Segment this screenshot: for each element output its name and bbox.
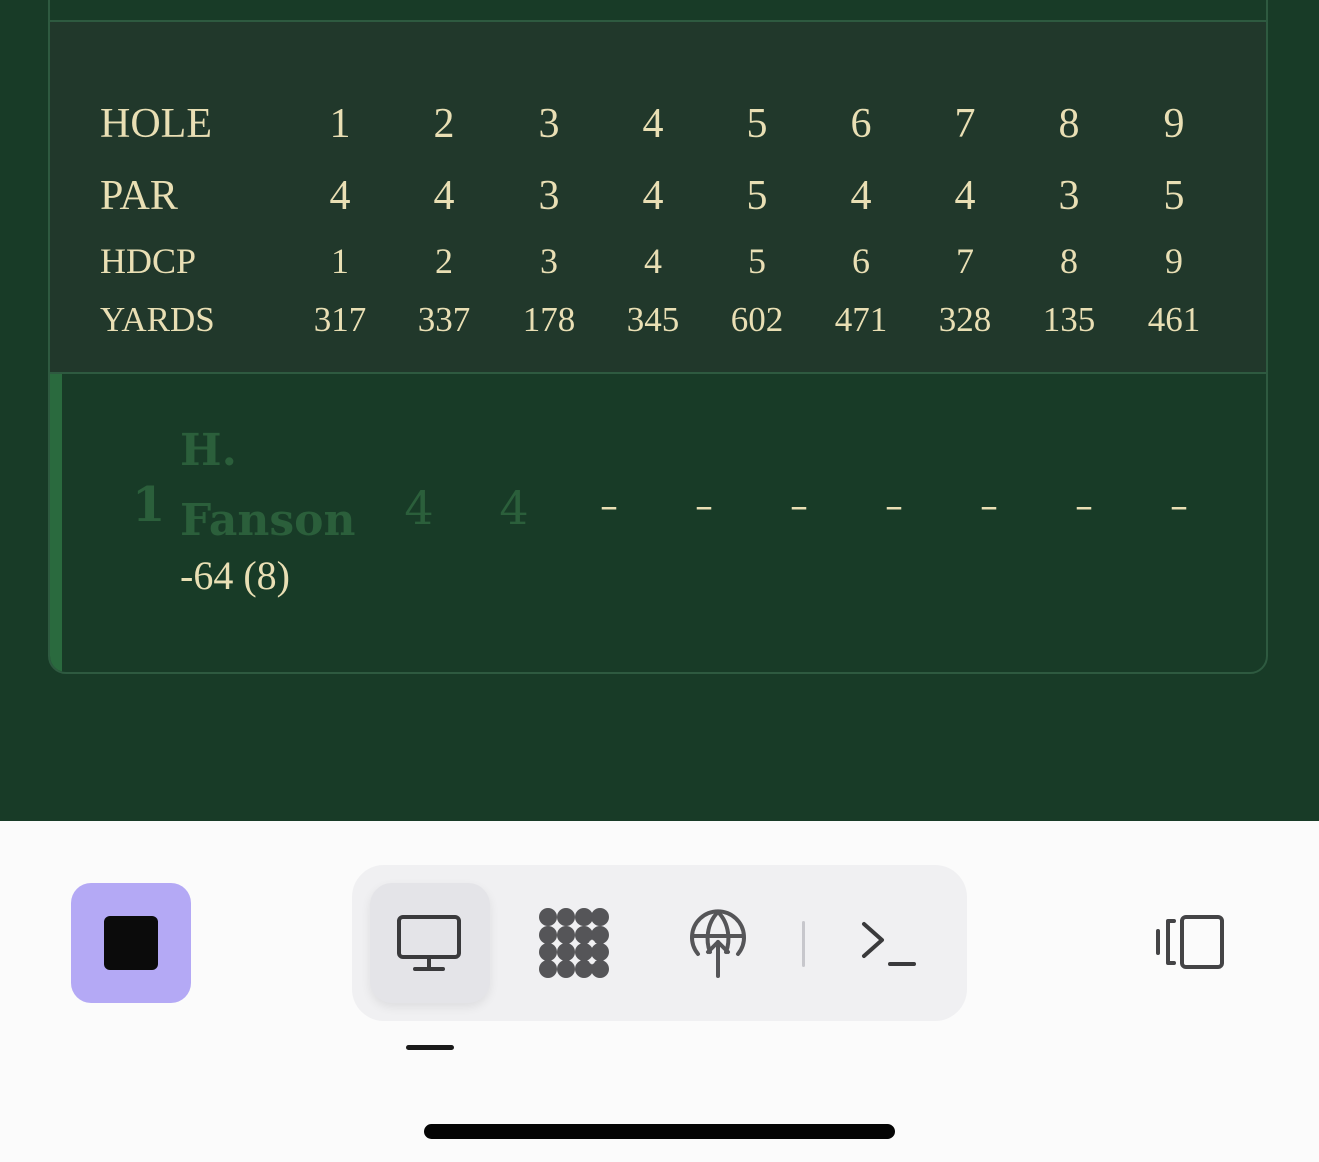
yards-value: 461 bbox=[1147, 300, 1201, 339]
globe-upload-icon bbox=[690, 909, 746, 978]
player-total: -64 (8) bbox=[180, 553, 290, 598]
divider bbox=[802, 921, 805, 967]
hdcp-value: 4 bbox=[644, 241, 662, 281]
hole-number: 3 bbox=[538, 101, 560, 147]
yards-value: 345 bbox=[626, 300, 680, 339]
hdcp-value: 5 bbox=[748, 241, 766, 281]
par-value: 5 bbox=[1163, 173, 1185, 219]
yards-value: 135 bbox=[1042, 300, 1096, 339]
hole-score: – bbox=[885, 486, 903, 527]
hdcp-value: 7 bbox=[956, 241, 974, 281]
pattern-grid-icon bbox=[539, 908, 609, 978]
yards-value: 317 bbox=[313, 300, 367, 339]
yards-value: 602 bbox=[730, 300, 784, 339]
hole-score: 4 bbox=[404, 481, 434, 535]
view-switcher bbox=[352, 865, 967, 1021]
player-name: H. Fanson bbox=[180, 425, 356, 546]
bottom-dock bbox=[0, 821, 1319, 1162]
yards-row: YARDS 317 337 178 345 602 471 328 135 46… bbox=[50, 300, 1266, 360]
hole-number: 6 bbox=[850, 101, 872, 147]
sidebar-toggle-icon bbox=[1156, 915, 1224, 969]
yards-value: 471 bbox=[834, 300, 888, 339]
par-value: 5 bbox=[746, 173, 768, 219]
hdcp-value: 1 bbox=[331, 241, 349, 281]
hole-score: – bbox=[980, 486, 998, 527]
hole-info-panel: HOLE 1 2 3 4 5 6 7 8 9 PAR 4 4 3 4 5 4 4… bbox=[50, 22, 1266, 374]
hole-score: – bbox=[790, 486, 808, 527]
player-position: 1 bbox=[132, 477, 166, 533]
hdcp-value: 9 bbox=[1165, 241, 1183, 281]
hole-number: 5 bbox=[746, 101, 768, 147]
par-value: 4 bbox=[642, 173, 664, 219]
hdcp-value: 3 bbox=[540, 241, 558, 281]
row-label-hdcp: HDCP bbox=[100, 241, 197, 281]
row-label-yards: YARDS bbox=[100, 300, 215, 339]
par-value: 4 bbox=[329, 173, 351, 219]
yards-value: 178 bbox=[522, 300, 576, 339]
hole-score: – bbox=[1075, 486, 1093, 527]
hole-number: 8 bbox=[1058, 101, 1080, 147]
hole-number: 2 bbox=[433, 101, 455, 147]
row-label-par: PAR bbox=[100, 173, 178, 219]
hole-score: – bbox=[695, 486, 713, 527]
par-value: 4 bbox=[433, 173, 455, 219]
hdcp-row: HDCP 1 2 3 4 5 6 7 8 9 bbox=[50, 240, 1266, 300]
par-value: 3 bbox=[538, 173, 560, 219]
tab-console[interactable] bbox=[828, 883, 948, 1003]
tab-components[interactable] bbox=[514, 883, 634, 1003]
terminal-icon bbox=[862, 922, 916, 966]
yards-value: 328 bbox=[938, 300, 992, 339]
hole-number: 7 bbox=[954, 101, 976, 147]
monitor-icon bbox=[397, 915, 461, 971]
hole-score: 4 bbox=[499, 481, 529, 535]
hole-number: 1 bbox=[329, 101, 351, 147]
stop-square-icon bbox=[104, 916, 158, 970]
par-value: 4 bbox=[954, 173, 976, 219]
hdcp-value: 2 bbox=[435, 241, 453, 281]
app-viewport: HOLE 1 2 3 4 5 6 7 8 9 PAR 4 4 3 4 5 4 4… bbox=[0, 0, 1319, 821]
hole-score: – bbox=[600, 486, 618, 527]
sidebar-toggle-button[interactable] bbox=[1148, 909, 1228, 975]
tab-publish[interactable] bbox=[658, 883, 778, 1003]
hole-number: 9 bbox=[1163, 101, 1185, 147]
par-value: 3 bbox=[1058, 173, 1080, 219]
yards-value: 337 bbox=[417, 300, 471, 339]
home-indicator bbox=[424, 1124, 895, 1139]
tab-preview[interactable] bbox=[370, 883, 490, 1003]
scorecard-card: HOLE 1 2 3 4 5 6 7 8 9 PAR 4 4 3 4 5 4 4… bbox=[48, 0, 1268, 674]
row-label-hole: HOLE bbox=[100, 101, 212, 147]
stop-button[interactable] bbox=[71, 883, 191, 1003]
player-row[interactable]: 1 H. Fanson -64 (8) 4 4 – – – – – – – bbox=[50, 374, 1266, 672]
hdcp-value: 8 bbox=[1060, 241, 1078, 281]
hole-number: 4 bbox=[642, 101, 664, 147]
hdcp-value: 6 bbox=[852, 241, 870, 281]
par-row: PAR 4 4 3 4 5 4 4 3 5 bbox=[50, 172, 1266, 232]
par-value: 4 bbox=[850, 173, 872, 219]
hole-row: HOLE 1 2 3 4 5 6 7 8 9 bbox=[50, 100, 1266, 160]
player-highlight-bar bbox=[50, 374, 62, 672]
active-tab-indicator bbox=[406, 1045, 454, 1050]
hole-score: – bbox=[1170, 486, 1188, 527]
